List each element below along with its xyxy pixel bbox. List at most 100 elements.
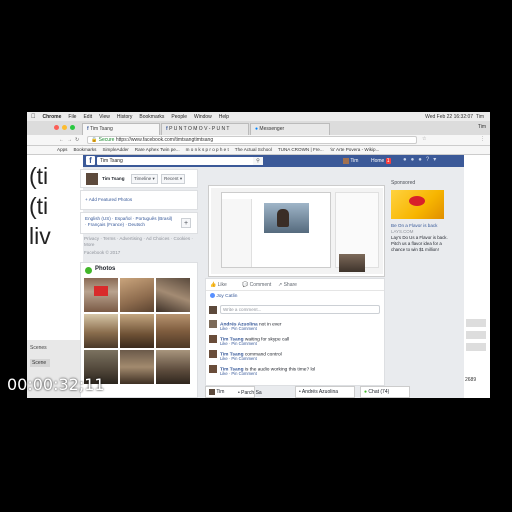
chat-tab-main[interactable]: ● Chat (74) [360,386,410,398]
bookmark-monksprophet[interactable]: m o n k s p r o p h e t [186,146,229,154]
photo-thumbnail[interactable] [120,314,154,348]
friends-icon[interactable]: ● [403,157,411,163]
search-icon[interactable]: ⚲ [253,157,263,165]
photo-thumbnail[interactable] [120,350,154,384]
menu-file[interactable]: File [68,114,76,120]
bookmark-tuna-crown[interactable]: TUNA CROWN | Fre... [278,146,324,154]
notification-icons[interactable]: ●●●?▾ [403,156,440,163]
lays-logo-icon [409,196,425,206]
language-card: English (US) · Español · Português (Bras… [80,212,198,234]
photo-thumbnail[interactable] [84,314,118,348]
background-text-line: liv [29,223,51,249]
facebook-logo-icon[interactable]: f [86,156,95,165]
avatar[interactable] [86,173,98,185]
menu-edit[interactable]: Edit [83,114,92,120]
likes-summary[interactable]: Joy Catlin [210,293,237,299]
comment-actions[interactable]: Like · Pin Comment [220,356,257,361]
menu-help[interactable]: Help [219,114,229,120]
share-button[interactable]: ↗ Share [278,279,297,291]
like-badge-icon [210,293,215,298]
browser-menu-icon[interactable]: ⋮ [480,136,485,142]
notifications-icon[interactable]: ● [418,157,426,163]
photo-thumbnail[interactable] [120,278,154,312]
ad-title[interactable]: Be On a Flavor is back [391,223,451,228]
post-feedback: 👍 Like 💬 Comment ↗ Share Joy Catlin Writ… [205,278,385,386]
tab-puntomov[interactable]: f P U N T O M O V - P U N T [161,123,249,135]
bookmark-simpleadder[interactable]: SimpleAdder [102,146,128,154]
photo-thumbnail[interactable] [84,278,118,312]
sponsored-ad-image[interactable] [391,190,444,219]
photos-grid [84,278,190,384]
comment-item: Tim Tsang waiting for skype call Like · … [209,335,289,346]
tab-tim-tsang[interactable]: f Tim Tsang [82,123,160,135]
bookmark-aphex[interactable]: Rare Aphex Twin pe... [135,146,180,154]
photo-thumbnail[interactable] [156,278,190,312]
close-window-button[interactable] [54,125,59,130]
write-comment-input[interactable]: Write a comment... [220,305,380,314]
avatar [209,335,217,343]
comment-actions[interactable]: Like · Pin Comment [220,326,257,331]
apple-menu-icon[interactable]:  [31,114,36,120]
tab-messenger[interactable]: ● Messenger [250,123,330,135]
menu-bookmarks[interactable]: Bookmarks [139,114,164,120]
bookmarks-bar: Apps Bookmarks SimpleAdder Rare Aphex Tw… [27,146,490,155]
like-button[interactable]: 👍 Like [210,279,227,291]
sponsored-column: Sponsored Be On a Flavor is back LAYS.CO… [389,178,464,288]
footer-links: Privacy · Terms · Advertising · Ad Choic… [84,236,196,255]
lock-icon: 🔒 [91,137,98,143]
comment-item: Andrés Azuolina not in ever Like · Pin C… [209,320,282,331]
background-text-line: (ti [29,193,49,219]
menu-window[interactable]: Window [194,114,212,120]
minimize-window-button[interactable] [62,125,67,130]
home-link[interactable]: Home 1 [371,157,391,165]
chat-tab-andres[interactable]: • Andrés Azuolina [295,386,355,398]
menu-people[interactable]: People [171,114,187,120]
zoom-window-button[interactable] [70,125,75,130]
facebook-search-input[interactable]: Tim Tsang [97,157,257,165]
comment-button[interactable]: 💬 Comment [242,279,271,291]
photos-title[interactable]: Photos [95,266,115,272]
footer-links-text[interactable]: Privacy · Terms · Advertising · Ad Choic… [84,236,196,248]
menubar-clock[interactable]: Wed Feb 22 16:32:07 Tim [425,114,490,120]
scene-item[interactable]: Scene [30,359,50,367]
profile-name[interactable]: Tim Tsang [102,176,125,181]
browser-tabbar: f Tim Tsang f P U N T O M O V - P U N T … [27,121,490,135]
comment-actions[interactable]: Like · Pin Comment [220,371,257,376]
avatar [209,388,215,395]
avatar [209,320,217,328]
photo-thumbnail[interactable] [156,314,190,348]
photos-icon [85,267,92,274]
add-featured-photos-link[interactable]: + Add Featured Photos [85,197,132,202]
language-list[interactable]: English (US) · Español · Português (Bras… [85,216,175,228]
nav-buttons[interactable]: ←→↻ [59,137,82,143]
add-language-button[interactable]: + [181,218,191,228]
url-field[interactable]: 🔒 Secure https://www.facebook.com/timtsa… [87,136,417,144]
video-screen [211,188,383,274]
chat-tab-parch[interactable]: • Parch Sa [235,388,293,400]
comment-item: Tim Tsang is the audio working this time… [209,365,315,376]
bookmark-apps[interactable]: Apps [57,146,67,154]
background-app-window: (ti (ti liv Scenes Scene [27,155,83,398]
post-actions: 👍 Like 💬 Comment ↗ Share [206,279,384,291]
tab-recent[interactable]: Recent ▾ [161,174,186,184]
bookmark-star-icon[interactable]: ☆ [422,136,426,142]
topbar-user[interactable]: Tim [343,157,358,165]
menu-view[interactable]: View [99,114,110,120]
bookmark-actual-school[interactable]: The Actual School [235,146,272,154]
comment-text: not in ever [259,322,282,328]
live-video-post[interactable] [208,185,385,277]
comment-actions[interactable]: Like · Pin Comment [220,341,257,346]
profile-badge[interactable]: Tim [478,124,486,130]
window-controls [54,125,75,130]
video-timecode: 00:00:32;11 [7,375,105,394]
copyright: Facebook © 2017 [84,250,121,255]
app-menu[interactable]: Chrome [43,114,62,120]
bookmark-bookmarks[interactable]: Bookmarks [73,146,96,154]
tab-timeline[interactable]: Timeline ▾ [131,174,158,184]
bookmark-arte-povera[interactable]: 'io' Arte Povera - Wikip... [330,146,380,154]
avatar [209,306,217,314]
chat-bar: Tim • Parch Sa • Andrés Azuolina ● Chat … [205,386,445,398]
menu-history[interactable]: History [117,114,133,120]
photo-thumbnail[interactable] [156,350,190,384]
dropdown-icon[interactable]: ▾ [433,157,440,163]
